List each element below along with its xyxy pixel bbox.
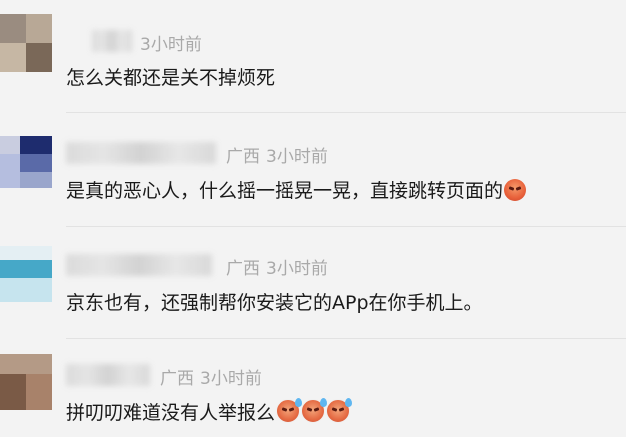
- comment-location: 广西: [226, 147, 260, 167]
- divider: [66, 338, 626, 339]
- avatar-pixel: [0, 354, 52, 374]
- avatar[interactable]: [0, 136, 52, 188]
- avatar-pixel: [26, 14, 52, 43]
- divider: [66, 112, 626, 113]
- comment-time: 3小时前: [200, 369, 262, 389]
- angry-emoji-icon: [504, 179, 527, 201]
- avatar[interactable]: [0, 354, 52, 410]
- avatar-pixel: [0, 374, 26, 410]
- comment-meta: 3小时前: [140, 30, 208, 55]
- avatar-pixel: [26, 43, 52, 72]
- avatar-pixel: [0, 14, 26, 43]
- comment-meta: 广西 3小时前: [226, 254, 334, 279]
- comment-text: 京东也有，还强制帮你安装它的APp在你手机上。: [66, 292, 483, 314]
- comment-location: 广西: [160, 369, 194, 389]
- avatar[interactable]: [0, 246, 52, 302]
- comment-text-body: 是真的恶心人，什么摇一摇晃一晃，直接跳转页面的: [66, 180, 504, 202]
- avatar-pixel: [0, 278, 52, 302]
- comment-text: 怎么关都还是关不掉烦死: [66, 67, 276, 89]
- username-blurred[interactable]: [66, 364, 150, 386]
- comment-meta: 广西 3小时前: [226, 142, 334, 167]
- username-blurred[interactable]: [92, 30, 132, 52]
- sweat-emoji-icon: [276, 398, 303, 423]
- comment-time: 3小时前: [266, 259, 328, 279]
- sweat-emoji-icon: [301, 398, 328, 423]
- username-blurred[interactable]: [66, 254, 212, 276]
- comment-time: 3小时前: [266, 147, 328, 167]
- avatar-pixel: [0, 154, 20, 188]
- comment-location: 广西: [226, 259, 260, 279]
- sweat-emoji-icon: [326, 398, 353, 423]
- comment-text: 拼叨叨难道没有人举报么: [66, 398, 353, 425]
- avatar-pixel: [0, 136, 20, 154]
- username-blurred[interactable]: [66, 142, 216, 164]
- divider: [66, 226, 626, 227]
- avatar-pixel: [0, 43, 26, 72]
- avatar[interactable]: [0, 14, 52, 72]
- avatar-pixel: [0, 246, 52, 260]
- avatar-pixel: [20, 136, 52, 154]
- comment-meta: 广西 3小时前: [160, 364, 268, 389]
- comment-text: 是真的恶心人，什么摇一摇晃一晃，直接跳转页面的: [66, 176, 527, 203]
- comment-text-body: 拼叨叨难道没有人举报么: [66, 402, 276, 424]
- avatar-pixel: [26, 374, 52, 410]
- avatar-pixel: [20, 154, 52, 172]
- avatar-pixel: [0, 260, 52, 278]
- comment-time: 3小时前: [140, 35, 202, 55]
- avatar-pixel: [20, 172, 52, 188]
